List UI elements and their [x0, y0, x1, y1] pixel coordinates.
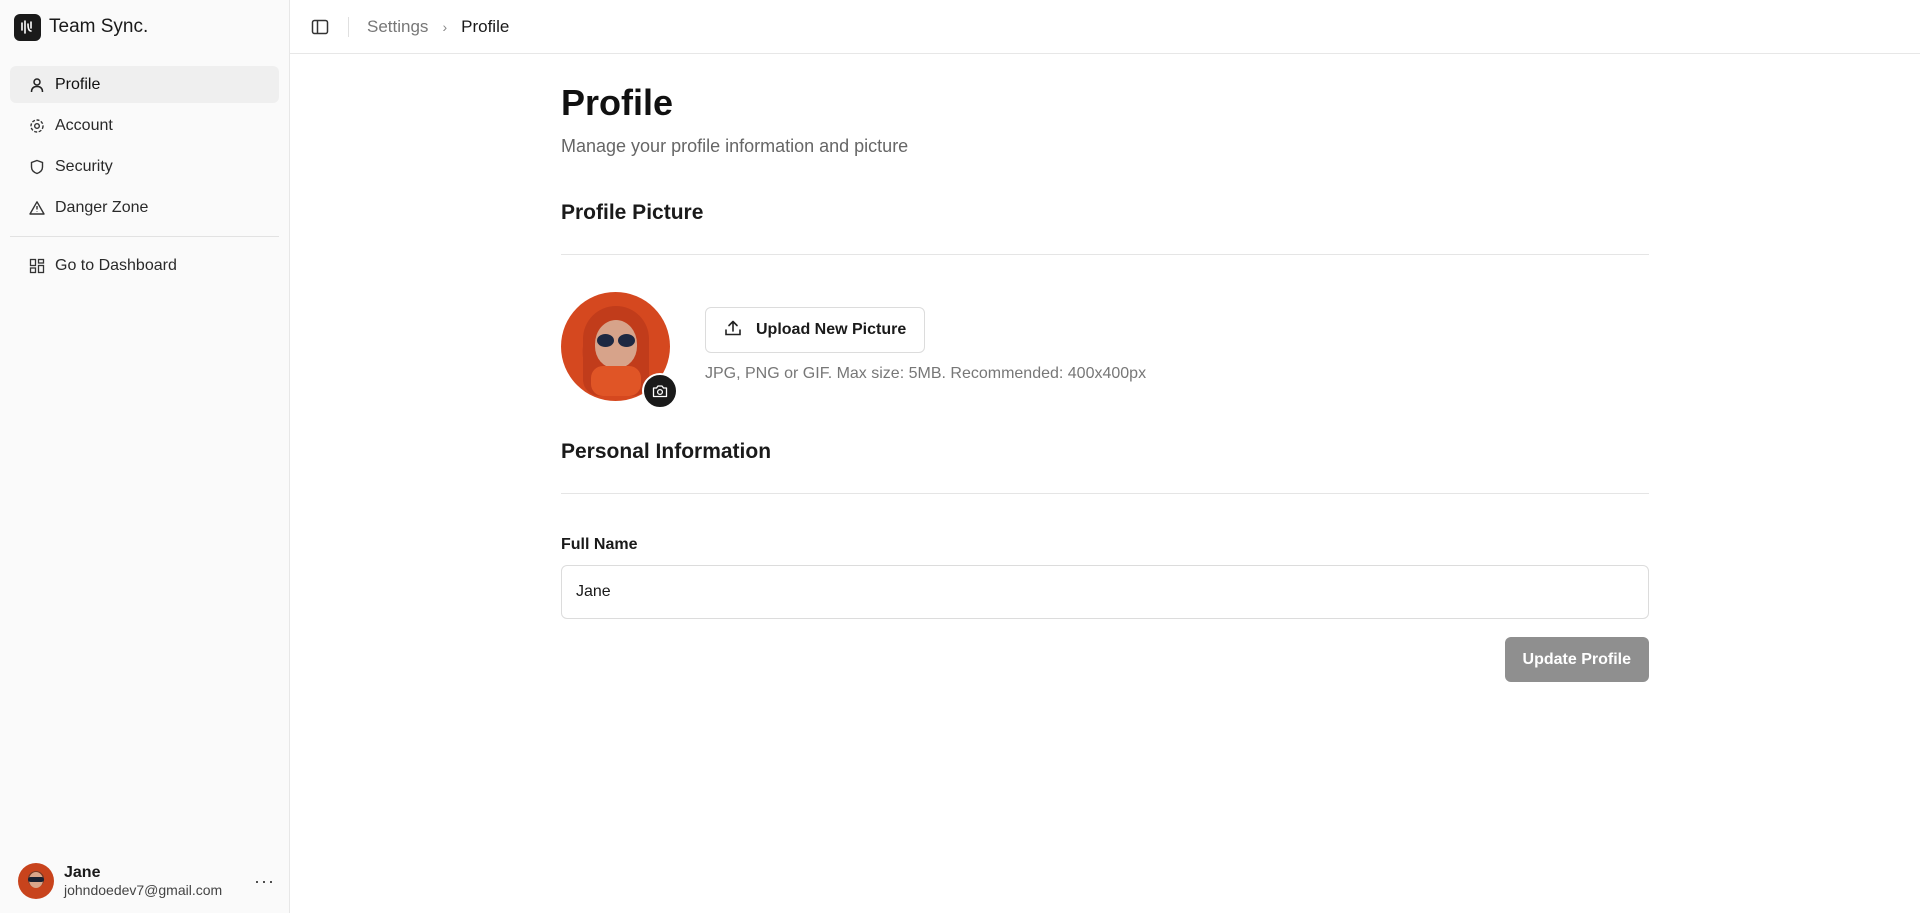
breadcrumb-settings[interactable]: Settings — [367, 17, 428, 37]
sidebar-toggle-icon[interactable] — [310, 17, 330, 37]
sidebar-item-label: Security — [55, 157, 113, 175]
profile-picture-row: Upload New Picture JPG, PNG or GIF. Max … — [561, 292, 1649, 409]
section-divider — [561, 493, 1649, 494]
profile-content: Profile Manage your profile information … — [561, 54, 1649, 682]
profile-picture-heading: Profile Picture — [561, 201, 704, 224]
user-account-menu[interactable]: Jane johndoedev7@gmail.com ··· — [18, 863, 275, 899]
sidebar-item-label: Danger Zone — [55, 198, 149, 216]
sidebar-item-account[interactable]: Account — [10, 107, 279, 144]
update-profile-button[interactable]: Update Profile — [1504, 637, 1649, 682]
upload-picture-label: Upload New Picture — [756, 321, 907, 338]
full-name-field[interactable] — [561, 565, 1649, 619]
brand[interactable]: Team Sync. — [0, 0, 289, 54]
topbar: Settings › Profile — [290, 0, 1920, 54]
user-icon — [28, 76, 45, 93]
sidebar-item-profile[interactable]: Profile — [10, 66, 279, 103]
shield-icon — [28, 158, 45, 175]
sidebar-item-label: Profile — [55, 75, 101, 93]
camera-icon[interactable] — [642, 373, 678, 409]
sidebar: Team Sync. Profile Account Security Dang… — [0, 0, 290, 913]
main-panel: Settings › Profile Profile Manage your p… — [290, 0, 1920, 913]
warning-triangle-icon — [28, 199, 45, 216]
personal-info-heading: Personal Information — [561, 440, 772, 463]
page-subtitle: Manage your profile information and pict… — [561, 136, 909, 156]
more-options-icon[interactable]: ··· — [254, 871, 275, 892]
team-sync-logo-icon — [14, 13, 41, 41]
section-divider — [561, 254, 1649, 255]
sidebar-item-dashboard[interactable]: Go to Dashboard — [10, 247, 279, 284]
breadcrumb: Settings › Profile — [367, 17, 509, 37]
gear-icon — [28, 117, 45, 134]
upload-picture-button[interactable]: Upload New Picture — [705, 307, 926, 353]
app-name: Team Sync. — [49, 16, 149, 37]
dashboard-grid-icon — [28, 257, 45, 274]
page-title: Profile — [561, 82, 674, 123]
sidebar-item-label: Go to Dashboard — [55, 256, 177, 274]
sidebar-nav: Profile Account Security Danger Zone Go — [0, 54, 289, 288]
avatar — [18, 863, 54, 899]
user-name: Jane — [64, 864, 101, 881]
sidebar-item-security[interactable]: Security — [10, 148, 279, 185]
topbar-separator — [348, 16, 349, 37]
user-email: johndoedev7@gmail.com — [64, 882, 223, 899]
chevron-right-icon: › — [442, 18, 448, 35]
nav-divider — [10, 236, 279, 237]
upload-icon — [724, 319, 742, 342]
sidebar-item-label: Account — [55, 116, 113, 134]
breadcrumb-profile: Profile — [461, 16, 510, 36]
full-name-label: Full Name — [561, 536, 638, 553]
upload-hint: JPG, PNG or GIF. Max size: 5MB. Recommen… — [705, 365, 1147, 382]
sidebar-item-danger-zone[interactable]: Danger Zone — [10, 189, 279, 226]
form-actions: Update Profile — [561, 637, 1649, 682]
